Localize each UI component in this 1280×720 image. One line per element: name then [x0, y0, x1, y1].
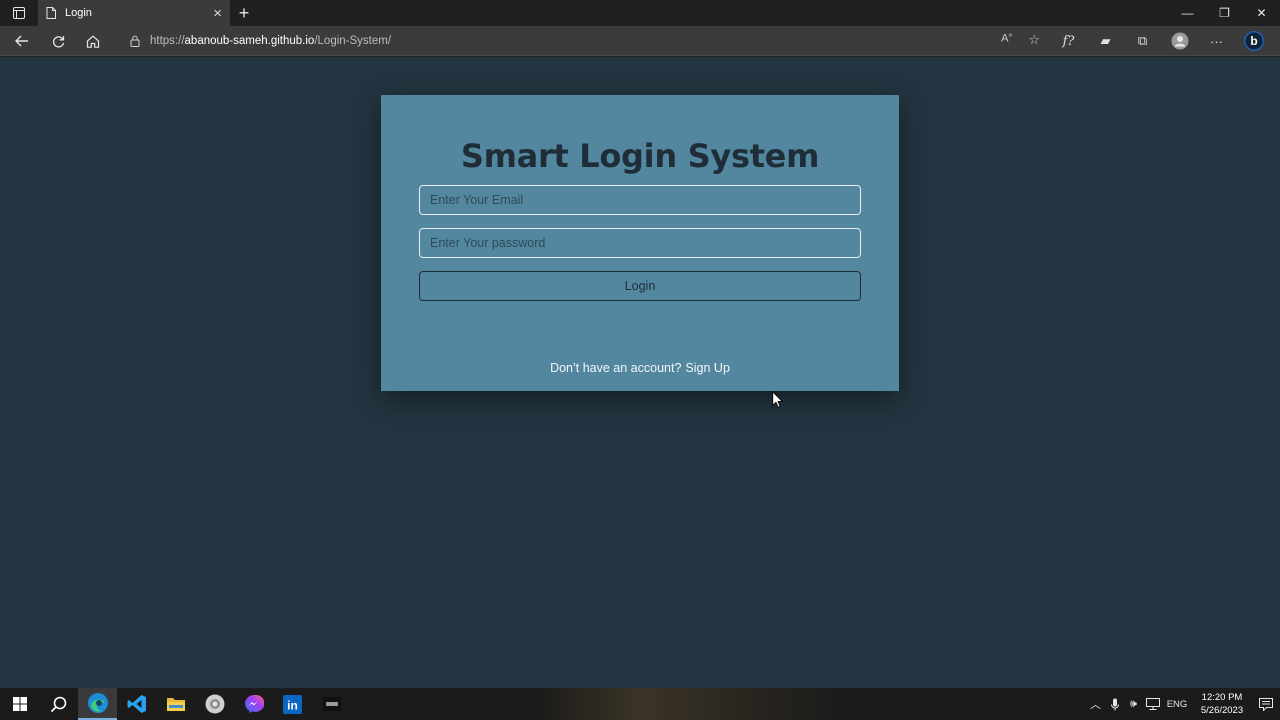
search-icon [50, 696, 67, 712]
login-card: Smart Login System Login Don’t have an a… [381, 95, 899, 391]
read-aloud-icon[interactable]: A» [1001, 32, 1012, 48]
clock[interactable]: 12:20 PM 5/26/2023 [1192, 691, 1252, 717]
media-app-taskbar-button[interactable] [312, 688, 351, 720]
lock-icon [130, 35, 140, 47]
bing-chat-icon[interactable]: b [1235, 29, 1272, 53]
linkedin-taskbar-button[interactable]: in [273, 688, 312, 720]
browser-tab[interactable]: Login × [38, 0, 230, 26]
vscode-taskbar-button[interactable] [117, 688, 156, 720]
back-button[interactable] [9, 29, 35, 53]
url-scheme: https:// [150, 35, 185, 47]
profile-avatar[interactable] [1161, 29, 1198, 53]
start-button[interactable] [0, 688, 39, 720]
formula-extension-icon[interactable]: f? [1050, 29, 1087, 53]
add-favorite-icon[interactable]: ☆ [1028, 32, 1040, 48]
url-host: abanoub-sameh.github.io [184, 35, 315, 47]
app-icon [205, 694, 224, 714]
address-bar[interactable]: https://abanoub-sameh.github.io/Login-Sy… [118, 28, 1050, 54]
settings-menu-icon[interactable]: ··· [1198, 29, 1235, 53]
edge-icon [87, 693, 108, 713]
email-field[interactable] [419, 185, 861, 215]
media-app-icon [322, 697, 341, 711]
windows-logo-icon [12, 697, 27, 711]
signup-link[interactable]: Sign Up [685, 361, 729, 375]
network-icon[interactable] [1143, 688, 1162, 720]
microphone-icon[interactable] [1105, 688, 1124, 720]
signup-prompt: Don’t have an account? [550, 361, 682, 375]
file-explorer-taskbar-button[interactable] [156, 688, 195, 720]
browser-title-bar: Login × + — ❐ ✕ [0, 0, 1280, 26]
minimize-button[interactable]: — [1169, 0, 1206, 26]
notification-center-button[interactable] [1252, 688, 1280, 720]
extension-icon[interactable]: ▰ [1087, 29, 1124, 53]
home-icon [86, 34, 100, 48]
folder-icon [166, 698, 185, 711]
refresh-icon [52, 35, 64, 48]
url-path: /Login-System/ [314, 35, 392, 47]
login-button[interactable]: Login [419, 271, 861, 301]
system-tray: ︿ 🕪 ENG 12:20 PM 5/26/2023 [1086, 688, 1280, 720]
signup-line: Don’t have an account? Sign Up [381, 361, 899, 375]
clock-time: 12:20 PM [1201, 692, 1243, 703]
new-tab-button[interactable]: + [232, 0, 256, 26]
volume-icon[interactable]: 🕪 [1124, 688, 1143, 720]
close-window-button[interactable]: ✕ [1243, 0, 1280, 26]
refresh-button[interactable] [45, 29, 71, 53]
vscode-icon [127, 695, 146, 713]
clock-date: 5/26/2023 [1200, 705, 1244, 716]
page-icon [46, 7, 56, 19]
tab-title: Login [65, 7, 92, 19]
page-title: Smart Login System [460, 137, 820, 175]
search-button[interactable] [39, 688, 78, 720]
mouse-cursor-icon [772, 391, 783, 408]
back-arrow-icon [15, 35, 28, 47]
password-field[interactable] [419, 228, 861, 258]
messenger-taskbar-button[interactable] [234, 688, 273, 720]
messenger-icon [244, 694, 264, 713]
close-tab-icon[interactable]: × [213, 6, 222, 21]
home-button[interactable] [80, 29, 106, 53]
svg-text:b: b [1250, 34, 1257, 48]
notification-icon [1259, 697, 1273, 711]
edge-taskbar-button[interactable] [78, 688, 117, 720]
taskbar: in ︿ 🕪 ENG 12:20 PM 5/26/2023 [0, 688, 1280, 720]
collections-icon[interactable]: ⧉ [1124, 29, 1161, 53]
chevron-up-icon[interactable]: ︿ [1086, 688, 1105, 720]
tab-actions-icon [13, 7, 25, 19]
app-taskbar-button[interactable] [195, 688, 234, 720]
language-indicator[interactable]: ENG [1162, 699, 1192, 710]
svg-text:in: in [287, 698, 298, 712]
linkedin-icon: in [283, 694, 302, 714]
tab-actions-button[interactable] [0, 0, 38, 26]
restore-button[interactable]: ❐ [1206, 0, 1243, 26]
page-background: Smart Login System Login Don’t have an a… [0, 57, 1280, 688]
